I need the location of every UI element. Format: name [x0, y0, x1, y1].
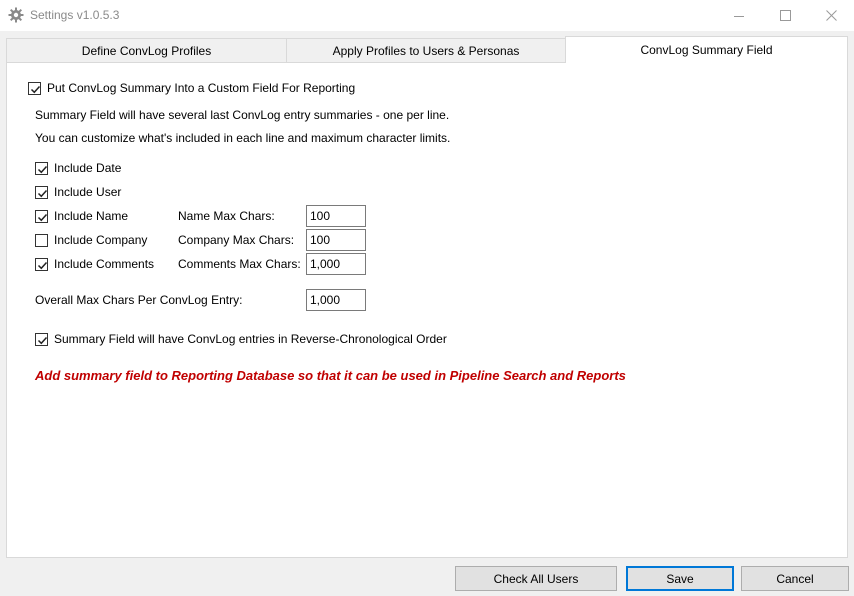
reporting-database-note: Add summary field to Reporting Database …	[35, 368, 626, 383]
include-user-checkbox[interactable]	[35, 186, 48, 199]
tab-summary-field[interactable]: ConvLog Summary Field	[565, 36, 848, 63]
minimize-button[interactable]	[716, 0, 762, 31]
description-line-2: You can customize what's included in eac…	[35, 131, 451, 145]
save-button[interactable]: Save	[626, 566, 734, 591]
maximize-icon	[779, 10, 791, 21]
comments-max-chars-label: Comments Max Chars:	[178, 257, 301, 271]
checkmark-icon	[37, 261, 48, 270]
include-user-label: Include User	[54, 185, 122, 199]
include-name-checkbox[interactable]	[35, 210, 48, 223]
minimize-icon	[734, 15, 744, 17]
comments-max-chars-input[interactable]: 1,000	[306, 253, 366, 275]
checkmark-icon	[30, 85, 41, 94]
checkmark-icon	[37, 165, 48, 174]
overall-max-chars-label: Overall Max Chars Per ConvLog Entry:	[35, 293, 243, 307]
include-comments-label: Include Comments	[54, 257, 155, 271]
include-comments-checkbox[interactable]	[35, 258, 48, 271]
include-company-checkbox[interactable]	[35, 234, 48, 247]
title-bar: Settings v1.0.5.3	[0, 0, 854, 31]
close-icon	[825, 10, 837, 21]
checkmark-icon	[37, 336, 48, 345]
checkmark-icon	[37, 189, 48, 198]
tab-panel-summary-field: Put ConvLog Summary Into a Custom Field …	[6, 62, 848, 558]
tab-apply-profiles[interactable]: Apply Profiles to Users & Personas	[286, 38, 566, 63]
put-in-custom-field-checkbox[interactable]	[28, 82, 41, 95]
description-line-1: Summary Field will have several last Con…	[35, 108, 450, 122]
checkmark-icon	[37, 213, 48, 222]
company-max-chars-label: Company Max Chars:	[178, 233, 295, 247]
maximize-button[interactable]	[762, 0, 808, 31]
reverse-order-label: Summary Field will have ConvLog entries …	[54, 332, 447, 346]
tab-label: Apply Profiles to Users & Personas	[332, 44, 520, 58]
tab-label: ConvLog Summary Field	[640, 43, 773, 57]
gear-icon	[8, 7, 24, 23]
cancel-button[interactable]: Cancel	[741, 566, 849, 591]
overall-max-chars-input[interactable]: 1,000	[306, 289, 366, 311]
name-max-chars-input[interactable]: 100	[306, 205, 366, 227]
check-all-users-button[interactable]: Check All Users	[455, 566, 617, 591]
tab-label: Define ConvLog Profiles	[81, 44, 212, 58]
company-max-chars-input[interactable]: 100	[306, 229, 366, 251]
tab-define-profiles[interactable]: Define ConvLog Profiles	[6, 38, 287, 63]
include-name-label: Include Name	[54, 209, 129, 223]
include-date-label: Include Date	[54, 161, 122, 175]
name-max-chars-label: Name Max Chars:	[178, 209, 275, 223]
window-title: Settings v1.0.5.3	[30, 8, 120, 22]
tab-strip: Define ConvLog Profiles Apply Profiles t…	[6, 36, 848, 63]
include-date-checkbox[interactable]	[35, 162, 48, 175]
close-button[interactable]	[808, 0, 854, 31]
reverse-order-checkbox[interactable]	[35, 333, 48, 346]
include-company-label: Include Company	[54, 233, 148, 247]
put-in-custom-field-label: Put ConvLog Summary Into a Custom Field …	[47, 81, 356, 95]
